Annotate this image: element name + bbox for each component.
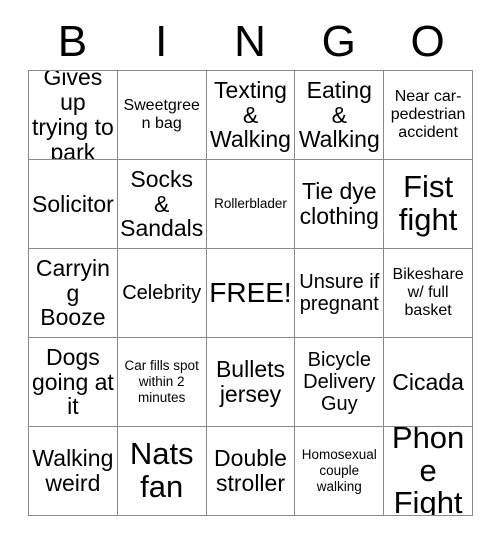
bingo-square[interactable]: Texting & Walking bbox=[206, 71, 296, 160]
bingo-square[interactable]: Walking weird bbox=[29, 427, 118, 516]
bingo-square[interactable]: Double stroller bbox=[206, 427, 296, 516]
bingo-square-label: Socks & Sandals bbox=[120, 165, 204, 242]
bingo-square-label: Eating & Walking bbox=[298, 76, 380, 153]
bingo-square-label: Bicycle Delivery Guy bbox=[303, 349, 376, 415]
bingo-square[interactable]: Tie dye clothing bbox=[295, 160, 385, 249]
bingo-square[interactable]: Nats fan bbox=[117, 427, 207, 516]
bingo-header-letter-b: B bbox=[57, 17, 88, 66]
bingo-square-label: Gives up trying to park bbox=[31, 71, 114, 160]
bingo-grid: Gives up trying to park Sweetgreen bag T… bbox=[28, 70, 473, 516]
bingo-square[interactable]: Homosexual couple walking bbox=[295, 427, 385, 516]
bingo-square[interactable]: Phone Fight bbox=[384, 427, 473, 516]
bingo-square[interactable]: Fist fight bbox=[384, 160, 473, 249]
bingo-square-label: Bikeshare w/ full basket bbox=[392, 265, 464, 320]
bingo-square-label: Near car-pedestrian accident bbox=[390, 87, 466, 142]
bingo-header-letter-i: I bbox=[155, 17, 168, 66]
bingo-square[interactable]: Near car-pedestrian accident bbox=[384, 71, 473, 160]
bingo-square[interactable]: Cicada bbox=[384, 338, 473, 427]
bingo-square[interactable]: Car fills spot within 2 minutes bbox=[117, 338, 207, 427]
bingo-square-label: Bullets jersey bbox=[215, 356, 286, 407]
bingo-square-label: Walking weird bbox=[32, 445, 114, 496]
bingo-square[interactable]: Carrying Booze bbox=[29, 249, 118, 338]
bingo-square-label: Sweetgreen bag bbox=[123, 96, 200, 132]
bingo-square-label: Homosexual couple walking bbox=[301, 446, 377, 495]
bingo-header-row: B I N G O bbox=[28, 14, 472, 70]
bingo-square-label: Fist fight bbox=[398, 169, 458, 237]
bingo-square[interactable]: Gives up trying to park bbox=[29, 71, 118, 160]
bingo-square[interactable]: Socks & Sandals bbox=[117, 160, 207, 249]
bingo-header-letter-o: O bbox=[410, 17, 445, 66]
bingo-square-label: Nats fan bbox=[129, 436, 194, 504]
bingo-square-label: Double stroller bbox=[214, 445, 287, 496]
bingo-free-square[interactable]: FREE! bbox=[206, 249, 296, 338]
bingo-square-label: Celebrity bbox=[122, 282, 202, 304]
bingo-square-label: Cicada bbox=[392, 368, 464, 395]
bingo-square-label: Phone Fight bbox=[391, 427, 465, 516]
bingo-square[interactable]: Unsure if pregnant bbox=[295, 249, 385, 338]
bingo-square-label: Unsure if pregnant bbox=[299, 271, 380, 315]
bingo-square[interactable]: Bullets jersey bbox=[206, 338, 296, 427]
bingo-square[interactable]: Celebrity bbox=[117, 249, 207, 338]
bingo-header-letter-n: N bbox=[234, 17, 266, 66]
bingo-square[interactable]: Bikeshare w/ full basket bbox=[384, 249, 473, 338]
bingo-square[interactable]: Rollerblader bbox=[206, 160, 296, 249]
bingo-square-label: Car fills spot within 2 minutes bbox=[124, 357, 199, 406]
bingo-square[interactable]: Sweetgreen bag bbox=[117, 71, 207, 160]
bingo-square[interactable]: Eating & Walking bbox=[295, 71, 385, 160]
bingo-card: B I N G O Gives up trying to park Sweetg… bbox=[0, 0, 500, 544]
bingo-square[interactable]: Bicycle Delivery Guy bbox=[295, 338, 385, 427]
bingo-square[interactable]: Dogs going at it bbox=[29, 338, 118, 427]
bingo-square-label: Tie dye clothing bbox=[299, 178, 379, 229]
bingo-square-label: Rollerblader bbox=[214, 195, 287, 211]
bingo-square-label: Carrying Booze bbox=[35, 254, 110, 331]
bingo-header-letter-g: G bbox=[321, 17, 356, 66]
bingo-square-label: Texting & Walking bbox=[210, 76, 291, 153]
bingo-square-label: Dogs going at it bbox=[31, 343, 114, 420]
bingo-square[interactable]: Solicitor bbox=[29, 160, 118, 249]
bingo-square-label: Solicitor bbox=[31, 190, 114, 217]
bingo-free-square-label: FREE! bbox=[209, 277, 292, 309]
